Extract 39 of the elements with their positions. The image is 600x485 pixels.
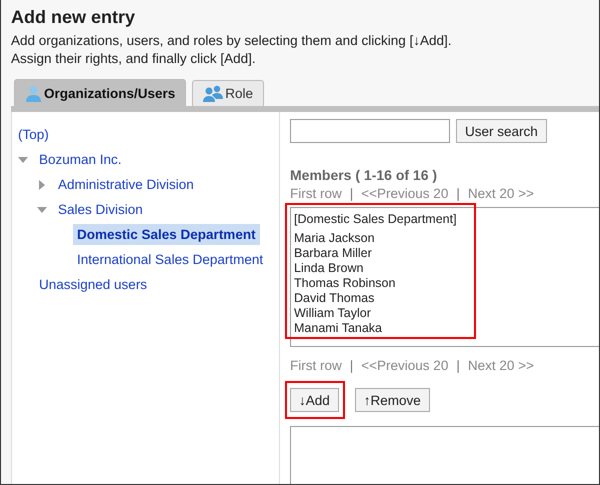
group-label: [Domestic Sales Department] bbox=[294, 212, 458, 227]
pager-link[interactable]: First row bbox=[290, 358, 342, 373]
member-item[interactable]: David Thomas bbox=[294, 291, 596, 306]
member-item[interactable]: Manami Tanaka bbox=[294, 321, 596, 336]
pager-link[interactable]: Next 20 >> bbox=[468, 186, 534, 201]
pager-link[interactable]: <<Previous 20 bbox=[361, 358, 448, 373]
description-text: Assign their rights, and finally click [Add]. bbox=[11, 50, 257, 68]
tab[interactable]: Role bbox=[192, 80, 264, 106]
search-field[interactable] bbox=[290, 119, 450, 143]
tree-item[interactable]: (Top) bbox=[14, 124, 53, 145]
tree-item[interactable]: Unassigned users bbox=[35, 274, 152, 295]
person-icon bbox=[25, 84, 42, 102]
selected-list[interactable] bbox=[290, 426, 599, 484]
remove-button[interactable]: ↑Remove bbox=[354, 388, 430, 412]
pager-link[interactable]: <<Previous 20 bbox=[361, 186, 448, 201]
pager-link[interactable]: First row bbox=[290, 186, 342, 201]
description-text: Add organizations, users, and roles by selecting them and clicking [↓Add]. bbox=[11, 32, 452, 50]
members-list[interactable]: [Domestic Sales Department] Maria Jackson Barbara Miller Linda Brown Thomas Robinson David Thomas William Taylor Manami Tanaka bbox=[290, 207, 599, 347]
tree-item[interactable]: Domestic Sales Department bbox=[73, 224, 260, 245]
pager-separator: | bbox=[350, 358, 354, 373]
member-item[interactable]: Barbara Miller bbox=[294, 246, 596, 261]
pager-separator: | bbox=[456, 358, 460, 373]
members-heading: Members ( 1-16 of 16 ) bbox=[290, 167, 438, 183]
tree-item[interactable]: Administrative Division bbox=[54, 174, 198, 195]
user-search-button[interactable]: User search bbox=[456, 119, 547, 143]
tree-item[interactable]: Sales Division bbox=[54, 199, 147, 220]
page-title: Add new entry bbox=[11, 7, 136, 28]
add-button[interactable]: ↓Add bbox=[290, 388, 339, 412]
member-item[interactable]: Thomas Robinson bbox=[294, 276, 596, 291]
people-icon bbox=[203, 85, 224, 102]
tab[interactable]: Organizations/Users bbox=[14, 79, 186, 106]
pager-separator: | bbox=[350, 186, 354, 201]
tree-item[interactable]: Bozuman Inc. bbox=[35, 149, 126, 170]
tree-item[interactable]: International Sales Department bbox=[73, 249, 268, 270]
member-item[interactable]: Linda Brown bbox=[294, 261, 596, 276]
member-item[interactable]: Maria Jackson bbox=[294, 231, 596, 246]
pager-link[interactable]: Next 20 >> bbox=[468, 358, 534, 373]
pager-separator: | bbox=[456, 186, 460, 201]
member-item[interactable]: William Taylor bbox=[294, 306, 596, 321]
